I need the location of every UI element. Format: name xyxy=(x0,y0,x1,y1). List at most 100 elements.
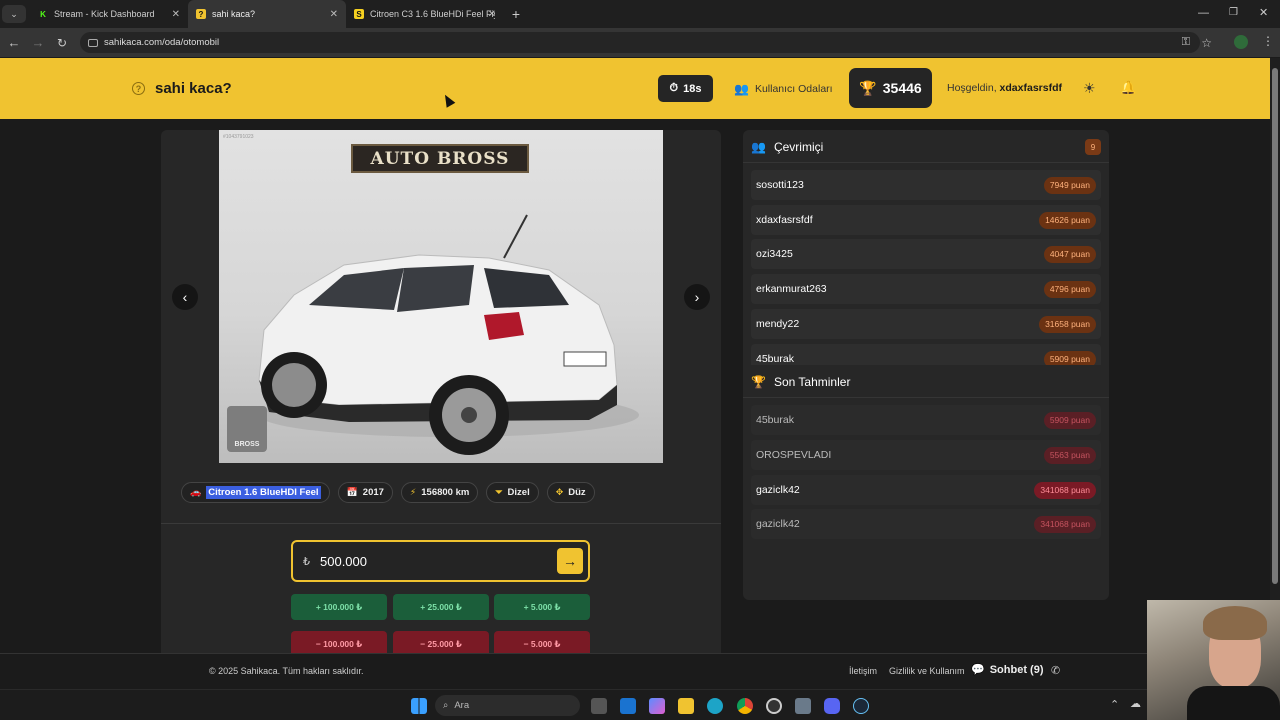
chat-button[interactable]: 💬 Sohbet (9) xyxy=(971,663,1044,677)
main-content: #1043791023 AUTO BROSS BROSS ‹ › 🚗 Citro… xyxy=(0,119,1270,653)
adj-label: − 25.000 ₺ xyxy=(420,638,462,649)
user-points: 14626 puan xyxy=(1039,211,1096,229)
plus-5000-button[interactable]: + 5.000 ₺ xyxy=(494,594,590,620)
phone-icon[interactable]: ✆ xyxy=(1051,664,1060,677)
listing-panel: #1043791023 AUTO BROSS BROSS ‹ › 🚗 Citro… xyxy=(161,130,721,653)
guess-input[interactable]: ₺ 500.000 → xyxy=(291,540,590,582)
chrome-icon[interactable] xyxy=(737,698,753,714)
edge-icon[interactable] xyxy=(707,698,723,714)
online-user-row[interactable]: mendy22 31658 puan xyxy=(751,309,1101,339)
tab-list-button[interactable]: ⌄ xyxy=(2,5,26,23)
outlook-icon[interactable] xyxy=(620,698,636,714)
file-explorer-icon[interactable] xyxy=(678,698,694,714)
gauge-icon: ⚡ xyxy=(409,487,417,497)
tab-kick-dashboard[interactable]: K Stream - Kick Dashboard ✕ xyxy=(30,0,188,28)
pred-name: gaziclk42 xyxy=(756,518,800,530)
model-chip: 🚗 Citroen 1.6 BlueHDI Feel xyxy=(181,482,330,503)
pred-name: 45burak xyxy=(756,414,794,426)
online-user-row[interactable]: sosotti123 7949 puan xyxy=(751,170,1101,200)
sun-icon[interactable]: ☀ xyxy=(1083,80,1096,97)
chat-icon: 💬 xyxy=(971,664,985,676)
adj-label: + 100.000 ₺ xyxy=(315,601,363,612)
steam-icon[interactable] xyxy=(853,698,869,714)
car-icon: 🚗 xyxy=(190,487,202,497)
windows-start-icon[interactable] xyxy=(411,698,427,714)
copilot-icon[interactable] xyxy=(649,698,665,714)
discord-icon[interactable] xyxy=(824,698,840,714)
site-footer: © 2025 Sahikaca. Tüm hakları saklıdır. İ… xyxy=(0,653,1270,689)
contact-link[interactable]: İletişim xyxy=(849,666,877,676)
prediction-row: OROSPEVLADI 5563 puan xyxy=(751,440,1101,470)
timer-badge: ⏱ 18s xyxy=(658,75,713,102)
close-icon[interactable]: ✕ xyxy=(330,9,338,20)
network-app-icon[interactable] xyxy=(795,698,811,714)
submit-guess-button[interactable]: → xyxy=(557,548,583,574)
tab-sahi-kaca[interactable]: ? sahi kaca? ✕ xyxy=(188,0,346,28)
prediction-row: gaziclk42 341068 puan xyxy=(751,509,1101,539)
forward-icon[interactable]: → xyxy=(26,35,50,50)
task-view-icon[interactable] xyxy=(591,698,607,714)
pred-name: gaziclk42 xyxy=(756,484,800,496)
minus-5000-button[interactable]: − 5.000 ₺ xyxy=(494,631,590,653)
close-icon[interactable]: ✕ xyxy=(488,9,496,20)
user-name: sosotti123 xyxy=(756,179,804,191)
tab-citroen[interactable]: S Citroen C3 1.6 BlueHDi Feel Fiy ✕ xyxy=(346,0,504,28)
timer-value: 18s xyxy=(683,82,702,95)
car-illustration xyxy=(258,214,639,455)
cloud-icon[interactable]: ☁ xyxy=(1130,697,1141,710)
back-icon[interactable]: ← xyxy=(2,35,26,50)
plus-25000-button[interactable]: + 25.000 ₺ xyxy=(393,594,489,620)
gear-text: Düz xyxy=(568,487,586,498)
star-icon[interactable]: ☆ xyxy=(1201,36,1212,50)
calendar-icon: 📅 xyxy=(346,487,358,497)
adj-label: − 100.000 ₺ xyxy=(315,638,363,649)
plus-100000-button[interactable]: + 100.000 ₺ xyxy=(291,594,387,620)
bell-icon[interactable]: 🔔 xyxy=(1120,80,1136,96)
address-bar: ← → ↻ sahikaca.com/oda/otomobil ⚿ ☆ ⋮ xyxy=(0,28,1280,57)
s-icon: S xyxy=(354,9,364,19)
profile-avatar[interactable] xyxy=(1234,35,1248,49)
search-icon: ⌕ xyxy=(443,700,449,711)
scrollbar-thumb[interactable] xyxy=(1272,68,1278,584)
page-scrollbar[interactable] xyxy=(1270,58,1280,689)
obs-icon[interactable] xyxy=(766,698,782,714)
key-icon[interactable]: ⚿ xyxy=(1182,36,1190,49)
url-field[interactable]: sahikaca.com/oda/otomobil ⚿ ☆ xyxy=(80,32,1212,53)
online-user-row[interactable]: xdaxfasrsfdf 14626 puan xyxy=(751,205,1101,235)
reload-icon[interactable]: ↻ xyxy=(50,36,74,50)
prev-photo-button[interactable]: ‹ xyxy=(172,284,198,310)
maximize-button[interactable]: ❐ xyxy=(1229,7,1238,18)
tab-title: Citroen C3 1.6 BlueHDi Feel Fiy xyxy=(370,9,495,19)
menu-icon[interactable]: ⋮ xyxy=(1262,34,1274,48)
online-user-row[interactable]: erkanmurat263 4796 puan xyxy=(751,274,1101,304)
question-circle-icon: ? xyxy=(132,82,145,95)
minus-25000-button[interactable]: − 25.000 ₺ xyxy=(393,631,489,653)
close-icon[interactable]: ✕ xyxy=(172,9,180,20)
username[interactable]: xdaxfasrsfdf xyxy=(1000,82,1062,94)
minimize-button[interactable]: — xyxy=(1198,7,1209,19)
user-rooms-link[interactable]: 👥 Kullanıcı Odaları xyxy=(734,82,833,96)
chat-label: Sohbet (9) xyxy=(989,663,1044,676)
score-value: 35446 xyxy=(882,80,922,96)
online-user-row[interactable]: 45burak 5909 puan xyxy=(751,344,1101,365)
chevron-up-icon[interactable]: ⌃ xyxy=(1110,698,1119,711)
new-tab-button[interactable]: + xyxy=(504,6,528,22)
next-photo-button[interactable]: › xyxy=(684,284,710,310)
bross-watermark: BROSS xyxy=(227,406,267,452)
model-text: Citroen 1.6 BlueHDI Feel xyxy=(206,486,321,499)
predictions-header: 🏆 Son Tahminler xyxy=(751,375,850,389)
move-icon: ✥ xyxy=(555,487,564,497)
taskbar-search[interactable]: ⌕ Ara xyxy=(435,695,580,716)
rooms-label: Kullanıcı Odaları xyxy=(754,83,833,95)
minus-100000-button[interactable]: − 100.000 ₺ xyxy=(291,631,387,653)
privacy-link[interactable]: Gizlilik ve Kullanım xyxy=(889,666,965,676)
pred-points: 341068 puan xyxy=(1034,515,1096,533)
online-user-row[interactable]: ozi3425 4047 puan xyxy=(751,239,1101,269)
person-hair xyxy=(1203,606,1267,640)
brand-logo[interactable]: ? sahi kaca? xyxy=(132,80,232,97)
user-points: 4796 puan xyxy=(1043,280,1096,298)
close-window-button[interactable]: ✕ xyxy=(1259,6,1268,19)
site-info-icon[interactable] xyxy=(88,38,98,47)
copyright-text: © 2025 Sahikaca. Tüm hakları saklıdır. xyxy=(209,666,364,676)
welcome-text: Hoşgeldin, xdaxfasrsfdf xyxy=(947,82,1062,94)
